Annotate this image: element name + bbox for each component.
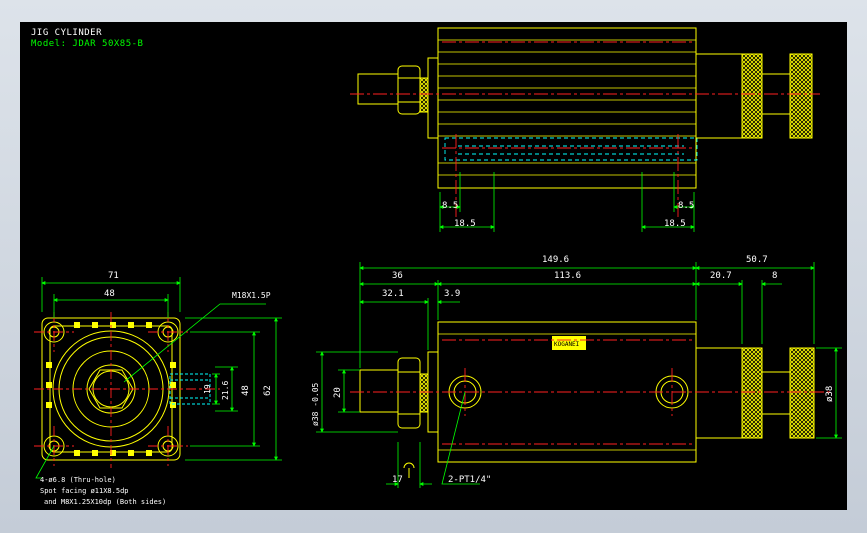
top-dim-b: 18.5: [454, 219, 476, 229]
top-dim-c: 8.5: [678, 201, 694, 211]
top-body-fins: [438, 39, 696, 176]
side-dim-20: 20: [333, 387, 343, 398]
hole-note-1: 4-ø6.8 (Thru-hole): [40, 476, 116, 484]
top-knurl-2: [789, 53, 813, 139]
top-knurl-1: [741, 53, 763, 139]
side-knurl-1: [741, 347, 763, 439]
side-dim-38: ø38: [825, 386, 835, 402]
end-dim-62: 62: [263, 385, 273, 396]
end-dim-71: 71: [108, 271, 119, 281]
side-dim-321: 32.1: [382, 289, 404, 299]
end-dim-v48: 48: [241, 385, 251, 396]
side-dim-39: 3.9: [444, 289, 460, 299]
side-dim-207: 20.7: [710, 271, 732, 281]
drawing-canvas[interactable]: JIG CYLINDER Model: JDAR 50X85-B 8.5 18.…: [20, 22, 847, 510]
label-plate-text: KOGANEI: [554, 341, 580, 348]
end-dim-216: 21.6: [221, 381, 230, 400]
side-dim-36: 36: [392, 271, 403, 281]
end-view: 71 48 M18X1.5P 62 48 21.6 19 4-ø6.8 (Thr…: [34, 271, 282, 506]
side-knurl-2: [789, 347, 815, 439]
side-dim-1136: 113.6: [554, 271, 581, 281]
end-dim-48: 48: [104, 289, 115, 299]
side-dim-8: 8: [772, 271, 777, 281]
side-dim-17: 17: [392, 475, 403, 485]
port-label: 2-PT1/4": [448, 475, 491, 485]
side-view: KOGANEI 149.6 50.7 36 113.6 20.7 8 32.1 …: [311, 255, 842, 488]
top-view: 8.5 18.5 8.5 18.5: [350, 27, 820, 232]
hole-note-2: Spot facing ø11X8.5dp: [40, 487, 129, 495]
top-dim-d: 18.5: [664, 219, 686, 229]
side-dim-rod-dia: ø38 -0.05: [311, 382, 320, 426]
side-dim-overall: 149.6: [542, 255, 569, 265]
hole-note-3: and M8X1.25X10dp (Both sides): [44, 498, 166, 506]
top-hidden-slot: [444, 137, 698, 161]
thread-label: M18X1.5P: [232, 291, 271, 300]
cad-drawing: 8.5 18.5 8.5 18.5 71 48 M18X1.5P 62 48 2…: [34, 27, 842, 506]
top-dim-a: 8.5: [442, 201, 458, 211]
end-dim-19: 19: [203, 384, 212, 394]
window-frame: JIG CYLINDER Model: JDAR 50X85-B 8.5 18.…: [0, 0, 867, 533]
side-dim-rod: 50.7: [746, 255, 768, 265]
